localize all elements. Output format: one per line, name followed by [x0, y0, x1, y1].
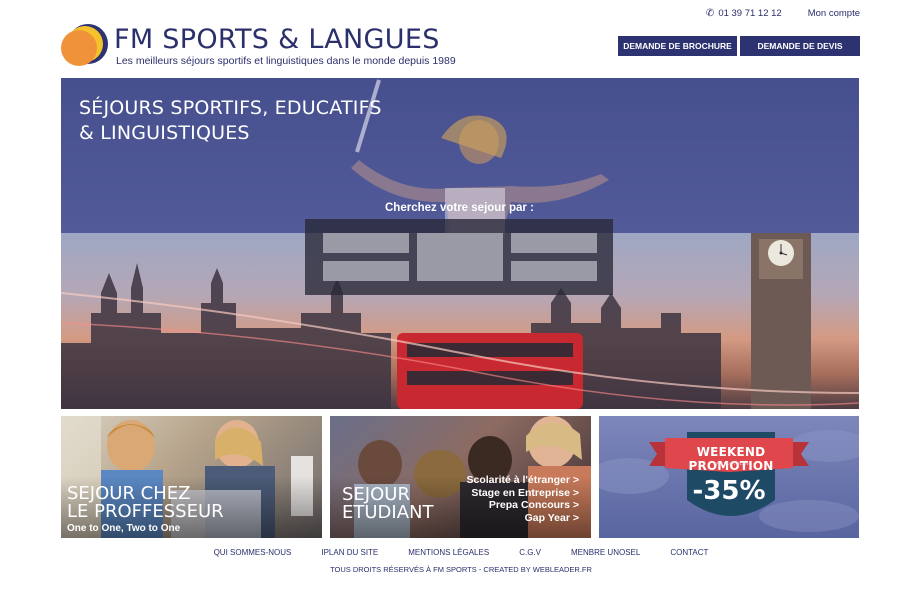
promo-discount: -35% [692, 476, 766, 506]
phone-icon: ✆ [705, 8, 715, 19]
link-prep-contest[interactable]: Prepa Concours > [466, 499, 579, 512]
student-stay-tile[interactable]: SEJOUR ETUDIANT Scolarité à l'étranger >… [330, 416, 591, 538]
search-option-4[interactable] [511, 233, 597, 253]
footer-copyright: TOUS DROITS RÉSERVÉS À FM SPORTS - CREAT… [330, 565, 592, 574]
brochure-request-button[interactable]: DEMANDE DE BROCHURE [618, 36, 737, 56]
professor-tile-title: SEJOUR CHEZ LE PROFFESSEUR [67, 485, 224, 521]
logo-tagline: Les meilleurs séjours sportifs et lingui… [116, 55, 456, 67]
hero-title-line1: SÉJOURS SPORTIFS, EDUCATIFS [79, 97, 382, 119]
search-option-3[interactable] [417, 233, 503, 281]
student-tile-title: SEJOUR ETUDIANT [342, 486, 434, 522]
footer-link-contact[interactable]: CONTACT [670, 548, 708, 557]
footer-link-unosel[interactable]: MENBRE UNOSEL [571, 548, 640, 557]
search-option-1[interactable] [323, 233, 409, 253]
student-tile-title-line2: ETUDIANT [342, 502, 434, 523]
footer-link-sitemap[interactable]: IPLAN DU SITE [321, 548, 378, 557]
footer-link-about[interactable]: QUI SOMMES-NOUS [214, 548, 292, 557]
phone-number: 01 39 71 12 12 [718, 8, 782, 19]
professor-stay-tile[interactable]: SEJOUR CHEZ LE PROFFESSEUR One to One, T… [61, 416, 322, 538]
site-logo[interactable]: FM SPORTS & LANGUES Les meilleurs séjour… [60, 20, 480, 70]
footer-link-legal[interactable]: MENTIONS LÉGALES [408, 548, 489, 557]
professor-tile-subtitle: One to One, Two to One [67, 523, 181, 534]
top-bar: ✆ 01 39 71 12 12 Mon compte [706, 8, 860, 19]
search-label: Cherchez votre sejour par : [385, 202, 534, 214]
logo-icon [61, 24, 108, 66]
phone-contact[interactable]: ✆ 01 39 71 12 12 [706, 8, 782, 19]
student-tile-links: Scolarité à l'étranger > Stage en Entrep… [466, 474, 579, 524]
hero-title: SÉJOURS SPORTIFS, EDUCATIFS & LINGUISTIQ… [79, 96, 382, 146]
search-option-5[interactable] [511, 261, 597, 281]
footer-nav: QUI SOMMES-NOUS IPLAN DU SITE MENTIONS L… [0, 548, 922, 557]
link-gap-year[interactable]: Gap Year > [466, 512, 579, 525]
header-actions: DEMANDE DE BROCHURE DEMANDE DE DEVIS [618, 36, 860, 56]
promo-ribbon-label: WEEKEND PROMOTION [688, 445, 774, 473]
link-schooling-abroad[interactable]: Scolarité à l'étranger > [466, 474, 579, 487]
link-internship[interactable]: Stage en Entreprise > [466, 487, 579, 500]
promo-ribbon-small: ANY PLOT PLAN [713, 461, 749, 466]
professor-tile-title-line2: LE PROFFESSEUR [67, 501, 224, 522]
search-option-2[interactable] [323, 261, 409, 281]
hero-title-line2: & LINGUISTIQUES [79, 122, 250, 144]
logo-title: FM SPORTS & LANGUES [114, 24, 440, 55]
footer-link-cgv[interactable]: C.G.V [519, 548, 541, 557]
quote-request-button[interactable]: DEMANDE DE DEVIS [740, 36, 860, 56]
weekend-promotion-tile[interactable]: WEEKEND PROMOTION ANY PLOT PLAN -35% [599, 416, 859, 538]
search-panel [305, 219, 613, 295]
account-link[interactable]: Mon compte [808, 8, 860, 19]
hero-banner: SÉJOURS SPORTIFS, EDUCATIFS & LINGUISTIQ… [61, 78, 859, 409]
